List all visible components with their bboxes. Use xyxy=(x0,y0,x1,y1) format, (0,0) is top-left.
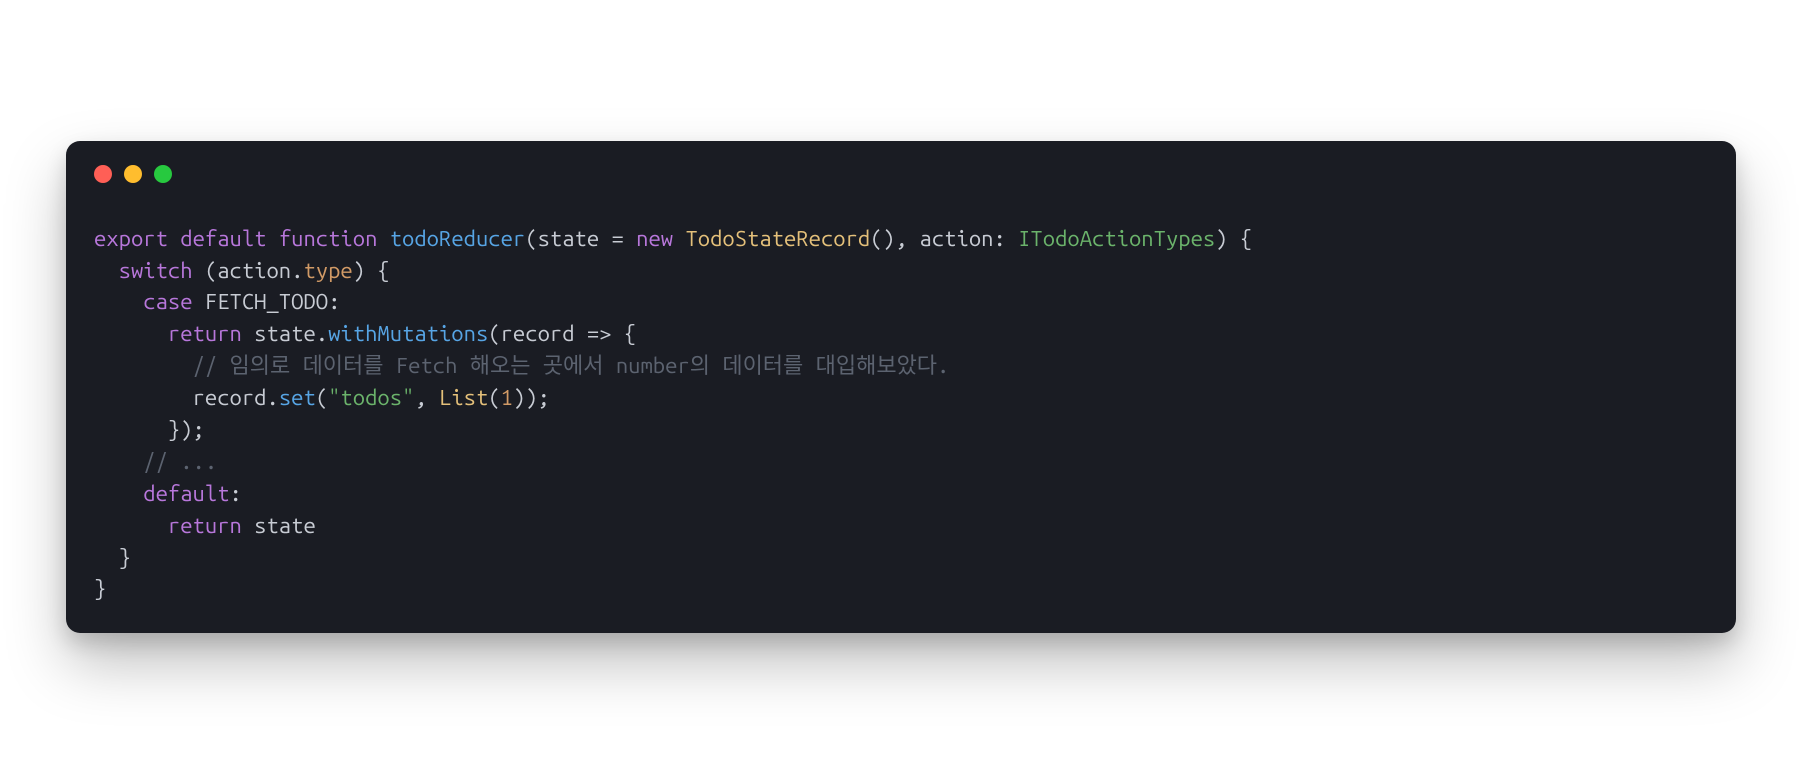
keyword-new: new xyxy=(636,226,673,251)
semicolon: ; xyxy=(538,385,550,410)
function-name: todoReducer xyxy=(390,226,526,251)
code-window: export default function todoReducer(stat… xyxy=(66,141,1736,634)
code-line: case FETCH_TODO: xyxy=(94,289,340,314)
identifier: state xyxy=(254,513,316,538)
code-line: } xyxy=(94,576,106,601)
close-icon[interactable] xyxy=(94,165,112,183)
space xyxy=(193,289,205,314)
keyword-switch: switch xyxy=(119,258,193,283)
indent xyxy=(94,385,193,410)
keyword-export: export xyxy=(94,226,168,251)
arrow: => xyxy=(575,321,624,346)
paren: ) xyxy=(1215,226,1227,251)
param: record xyxy=(501,321,575,346)
call-name: List xyxy=(439,385,488,410)
colon: : xyxy=(993,226,1018,251)
dot: . xyxy=(266,385,278,410)
comma: , xyxy=(414,385,439,410)
paren: ( xyxy=(525,226,537,251)
method-name: withMutations xyxy=(328,321,488,346)
paren: ( xyxy=(193,258,218,283)
maximize-icon[interactable] xyxy=(154,165,172,183)
code-line: return state xyxy=(94,513,316,538)
paren: ( xyxy=(488,385,500,410)
indent xyxy=(94,321,168,346)
minimize-icon[interactable] xyxy=(124,165,142,183)
string-literal: "todos" xyxy=(328,385,414,410)
keyword-return: return xyxy=(168,321,242,346)
code-line: // 임의로 데이터를 Fetch 해오는 곳에서 number의 데이터를 대… xyxy=(94,353,949,378)
indent xyxy=(94,289,143,314)
type-name: ITodoActionTypes xyxy=(1018,226,1215,251)
comment: // ... xyxy=(143,449,217,474)
operator: = xyxy=(599,226,636,251)
indent xyxy=(94,513,168,538)
traffic-lights xyxy=(94,165,1708,183)
comma: , xyxy=(895,226,920,251)
indent xyxy=(94,258,119,283)
number-literal: 1 xyxy=(501,385,513,410)
brace: { xyxy=(624,321,636,346)
param: action xyxy=(920,226,994,251)
code-line: record.set("todos", List(1)); xyxy=(94,385,550,410)
property: type xyxy=(303,258,352,283)
code-block: export default function todoReducer(stat… xyxy=(94,223,1708,606)
colon: : xyxy=(230,481,242,506)
keyword-return: return xyxy=(168,513,242,538)
indent xyxy=(94,449,143,474)
keyword-case: case xyxy=(143,289,192,314)
code-line: }); xyxy=(94,417,205,442)
indent xyxy=(94,417,168,442)
indent xyxy=(94,481,143,506)
identifier: state xyxy=(254,321,316,346)
brace: } xyxy=(119,545,131,570)
identifier: action xyxy=(217,258,291,283)
paren: ( xyxy=(316,385,328,410)
brace: { xyxy=(365,258,390,283)
brace: { xyxy=(1228,226,1253,251)
indent xyxy=(94,353,193,378)
code-line: } xyxy=(94,545,131,570)
method-name: set xyxy=(279,385,316,410)
code-line: default: xyxy=(94,481,242,506)
param: state xyxy=(538,226,600,251)
type-name: TodoStateRecord xyxy=(685,226,870,251)
code-line: switch (action.type) { xyxy=(94,258,390,283)
constant: FETCH_TODO xyxy=(205,289,328,314)
indent xyxy=(94,545,119,570)
space xyxy=(242,513,254,538)
paren: ) xyxy=(525,385,537,410)
space xyxy=(242,321,254,346)
colon: : xyxy=(328,289,340,314)
code-line: // ... xyxy=(94,449,217,474)
keyword-default: default xyxy=(180,226,266,251)
code-line: return state.withMutations(record => { xyxy=(94,321,636,346)
keyword-default: default xyxy=(143,481,229,506)
comment: // 임의로 데이터를 Fetch 해오는 곳에서 number의 데이터를 대… xyxy=(193,353,950,378)
close-braces: }); xyxy=(168,417,205,442)
code-line: export default function todoReducer(stat… xyxy=(94,226,1252,251)
dot: . xyxy=(316,321,328,346)
paren: ( xyxy=(488,321,500,346)
paren: ) xyxy=(513,385,525,410)
brace: } xyxy=(94,576,106,601)
keyword-function: function xyxy=(279,226,378,251)
identifier: record xyxy=(193,385,267,410)
paren: ) xyxy=(353,258,365,283)
call-parens: () xyxy=(870,226,895,251)
dot: . xyxy=(291,258,303,283)
